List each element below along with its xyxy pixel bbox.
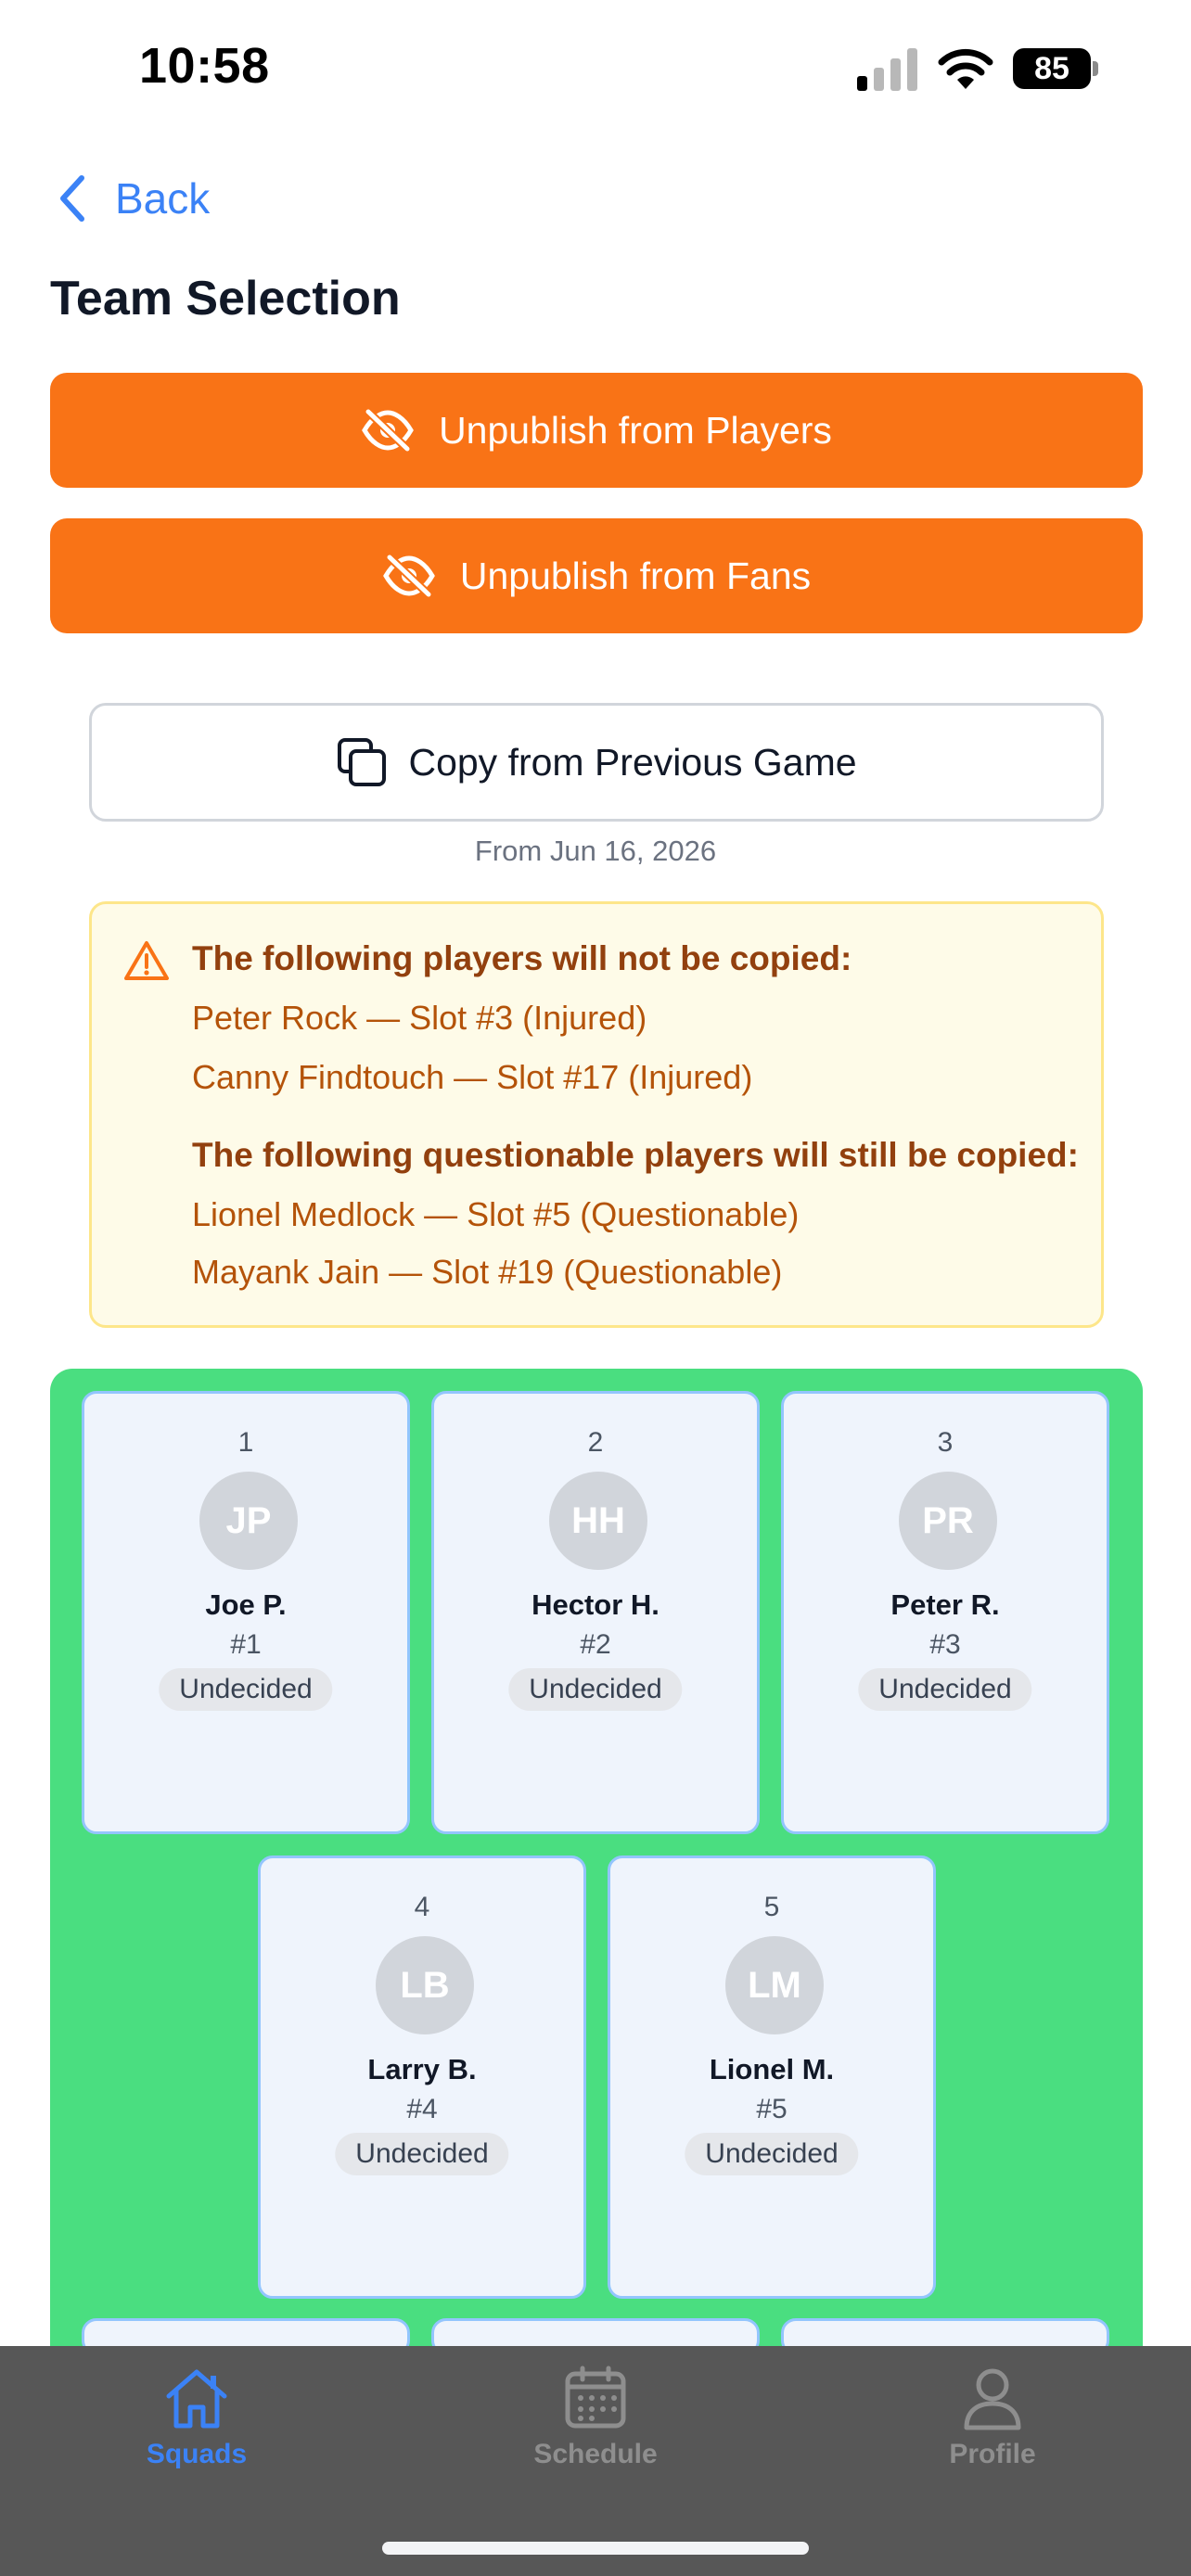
status-bar: 10:58 85: [0, 0, 1191, 139]
copy-warning-box: The following players will not be copied…: [89, 901, 1104, 1328]
chevron-left-icon: [60, 175, 84, 222]
warning-triangle-icon: [124, 941, 169, 980]
signal-icon: [857, 48, 917, 91]
copy-label: Copy from Previous Game: [408, 740, 857, 784]
status-time: 10:58: [139, 38, 270, 94]
slot-number: 5: [763, 1892, 780, 1922]
copy-from-previous-game-button[interactable]: Copy from Previous Game: [89, 703, 1104, 822]
jersey-number: #2: [580, 1629, 611, 1660]
jersey-number: #4: [406, 2094, 438, 2124]
home-icon: [166, 2369, 227, 2429]
tab-label: Profile: [949, 2439, 1036, 2469]
calendar-icon: [565, 2366, 626, 2429]
player-slot-2[interactable]: 2 HH Hector H. #2 Undecided: [431, 1391, 760, 1834]
tab-schedule[interactable]: Schedule: [484, 2365, 707, 2504]
player-slot-3[interactable]: 3 PR Peter R. #3 Undecided: [781, 1391, 1109, 1834]
tab-squads[interactable]: Squads: [85, 2365, 308, 2504]
person-icon: [964, 2368, 1021, 2430]
battery-icon: 85: [1013, 48, 1098, 89]
player-name: Peter R.: [890, 1588, 1000, 1621]
player-name: Joe P.: [205, 1588, 287, 1621]
status-badge: Undecided: [858, 1668, 1032, 1711]
battery-level: 85: [1013, 48, 1091, 89]
status-badge: Undecided: [508, 1668, 683, 1711]
tab-bar: Squads Schedule Profile: [0, 2346, 1191, 2576]
copy-icon: [338, 738, 387, 786]
page-title: Team Selection: [50, 272, 401, 325]
status-badge: Undecided: [159, 1668, 333, 1711]
eye-slash-icon: [362, 408, 414, 453]
player-slot-1[interactable]: 1 JP Joe P. #1 Undecided: [82, 1391, 410, 1834]
avatar: LB: [376, 1936, 474, 2034]
wifi-icon: [938, 48, 993, 89]
avatar: PR: [899, 1472, 997, 1570]
unpublish-from-fans-button[interactable]: Unpublish from Fans: [50, 518, 1143, 633]
avatar: LM: [725, 1936, 824, 2034]
lineup-field: 1 JP Joe P. #1 Undecided 2 HH Hector H. …: [50, 1369, 1143, 2352]
avatar: HH: [549, 1472, 647, 1570]
unpublish-from-players-button[interactable]: Unpublish from Players: [50, 373, 1143, 488]
jersey-number: #5: [756, 2094, 788, 2124]
eye-slash-icon: [382, 554, 435, 598]
slot-number: 3: [937, 1427, 954, 1458]
copied-title: The following questionable players will …: [192, 1136, 1079, 1174]
tab-label: Schedule: [533, 2439, 658, 2469]
player-name: Larry B.: [367, 2053, 477, 2085]
avatar: JP: [199, 1472, 298, 1570]
not-copied-item: Peter Rock — Slot #3 (Injured): [192, 999, 647, 1037]
jersey-number: #1: [230, 1629, 262, 1660]
copied-item: Lionel Medlock — Slot #5 (Questionable): [192, 1195, 800, 1233]
not-copied-title: The following players will not be copied…: [192, 939, 852, 977]
player-name: Lionel M.: [709, 2053, 835, 2085]
slot-number: 4: [414, 1892, 430, 1922]
back-button[interactable]: Back: [56, 169, 210, 228]
tab-profile[interactable]: Profile: [881, 2365, 1104, 2504]
player-slot-4[interactable]: 4 LB Larry B. #4 Undecided: [258, 1855, 586, 2299]
slot-number: 1: [237, 1427, 254, 1458]
unpublish-players-label: Unpublish from Players: [439, 408, 832, 452]
status-badge: Undecided: [685, 2133, 859, 2175]
back-label: Back: [115, 174, 211, 223]
tab-label: Squads: [146, 2439, 248, 2469]
player-slot-5[interactable]: 5 LM Lionel M. #5 Undecided: [608, 1855, 936, 2299]
slot-number: 2: [587, 1427, 604, 1458]
jersey-number: #3: [929, 1629, 961, 1660]
not-copied-item: Canny Findtouch — Slot #17 (Injured): [192, 1058, 753, 1096]
status-badge: Undecided: [335, 2133, 509, 2175]
copied-item: Mayank Jain — Slot #19 (Questionable): [192, 1253, 783, 1291]
unpublish-fans-label: Unpublish from Fans: [459, 554, 812, 597]
copy-source-date: From Jun 16, 2026: [474, 835, 717, 867]
player-name: Hector H.: [531, 1588, 660, 1621]
home-indicator[interactable]: [382, 2542, 809, 2555]
